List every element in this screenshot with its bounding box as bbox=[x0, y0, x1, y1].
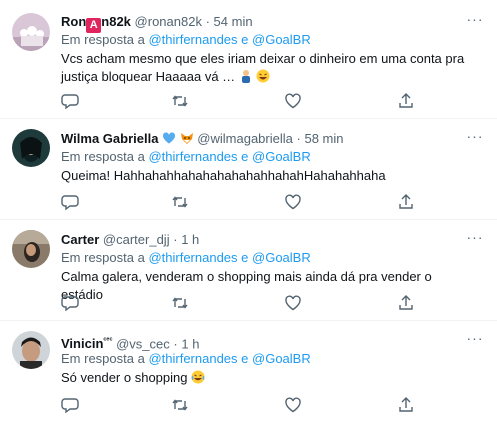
mention-link[interactable]: @thirfernandes bbox=[148, 149, 237, 164]
timestamp[interactable]: 1 h bbox=[181, 336, 199, 351]
man-icon bbox=[241, 70, 250, 83]
retweet-icon[interactable] bbox=[171, 193, 189, 211]
a-button-emoji-icon: A bbox=[86, 18, 102, 33]
share-icon[interactable] bbox=[397, 193, 415, 211]
tweet-actions bbox=[61, 396, 421, 414]
share-icon[interactable] bbox=[397, 92, 415, 110]
tweet-actions bbox=[61, 193, 421, 211]
like-icon[interactable] bbox=[284, 294, 302, 312]
tweet[interactable]: Wilma Gabriella @wilmagabriella · 58 min… bbox=[0, 119, 497, 220]
tweet[interactable]: Carter @carter_djj · 1 h ··· Em resposta… bbox=[0, 220, 497, 321]
user-handle[interactable]: @carter_djj bbox=[103, 232, 170, 247]
tweet-actions bbox=[61, 294, 421, 312]
tweet-header: Wilma Gabriella @wilmagabriella · 58 min bbox=[61, 131, 344, 147]
avatar[interactable] bbox=[12, 129, 50, 167]
reply-feed: Ron An82k @ronan82k · 54 min ··· Em respo… bbox=[0, 0, 497, 430]
separator: · bbox=[296, 131, 301, 146]
tweet-actions bbox=[61, 92, 421, 110]
display-name[interactable]: Ron An82k bbox=[61, 14, 131, 33]
share-icon[interactable] bbox=[397, 294, 415, 312]
display-name[interactable]: Wilma Gabriella bbox=[61, 131, 158, 146]
blue-heart-icon bbox=[163, 132, 176, 144]
mention-link[interactable]: @thirfernandes bbox=[148, 32, 237, 47]
mention-link[interactable]: @GoalBR bbox=[252, 149, 311, 164]
more-icon[interactable]: ··· bbox=[465, 129, 485, 147]
tweet[interactable]: Vinicinᶜᵉᶜ @vs_cec · 1 h ··· Em resposta… bbox=[0, 321, 497, 430]
reply-context: Em resposta a @thirfernandes e @GoalBR bbox=[61, 250, 311, 265]
like-icon[interactable] bbox=[284, 92, 302, 110]
reply-icon[interactable] bbox=[61, 92, 79, 110]
tears-of-joy-emoji-icon bbox=[191, 370, 205, 384]
share-icon[interactable] bbox=[397, 396, 415, 414]
tweet-text: Vcs acham mesmo que eles iriam deixar o … bbox=[61, 51, 465, 84]
retweet-icon[interactable] bbox=[171, 294, 189, 312]
display-name[interactable]: Carter bbox=[61, 232, 99, 247]
tweet-header: Carter @carter_djj · 1 h bbox=[61, 232, 199, 248]
reply-icon[interactable] bbox=[61, 396, 79, 414]
reply-context: Em resposta a @thirfernandes e @GoalBR bbox=[61, 351, 311, 366]
mention-link[interactable]: @GoalBR bbox=[252, 250, 311, 265]
timestamp[interactable]: 1 h bbox=[181, 232, 199, 247]
reply-icon[interactable] bbox=[61, 193, 79, 211]
display-name[interactable]: Vinicinᶜᵉᶜ bbox=[61, 336, 112, 351]
more-icon[interactable]: ··· bbox=[465, 12, 485, 30]
more-icon[interactable]: ··· bbox=[465, 230, 485, 248]
mention-link[interactable]: @thirfernandes bbox=[148, 250, 237, 265]
avatar[interactable] bbox=[12, 13, 50, 51]
avatar[interactable] bbox=[12, 230, 50, 268]
like-icon[interactable] bbox=[284, 396, 302, 414]
tweet-text: Queima! HahhahahhahahahahahahhahahHahaha… bbox=[61, 168, 386, 183]
timestamp[interactable]: 54 min bbox=[214, 14, 253, 29]
separator: · bbox=[205, 14, 210, 29]
separator: · bbox=[173, 336, 178, 352]
user-handle[interactable]: @wilmagabriella bbox=[197, 131, 293, 146]
mention-link[interactable]: @GoalBR bbox=[252, 32, 311, 47]
reply-icon[interactable] bbox=[61, 294, 79, 312]
mention-link[interactable]: @GoalBR bbox=[252, 351, 311, 366]
tweet-header: Vinicinᶜᵉᶜ @vs_cec · 1 h bbox=[61, 333, 199, 352]
retweet-icon[interactable] bbox=[171, 396, 189, 414]
avatar[interactable] bbox=[12, 331, 50, 369]
separator: · bbox=[173, 232, 178, 247]
mention-link[interactable]: @thirfernandes bbox=[148, 351, 237, 366]
laughing-emoji-icon bbox=[256, 69, 270, 83]
tweet-text: Só vender o shopping bbox=[61, 369, 471, 387]
fox-icon bbox=[180, 133, 193, 144]
tweet[interactable]: Ron An82k @ronan82k · 54 min ··· Em respo… bbox=[0, 0, 497, 119]
user-handle[interactable]: @ronan82k bbox=[135, 14, 202, 29]
retweet-icon[interactable] bbox=[171, 92, 189, 110]
more-icon[interactable]: ··· bbox=[465, 331, 485, 349]
user-handle[interactable]: @vs_cec bbox=[116, 336, 170, 351]
reply-context: Em resposta a @thirfernandes e @GoalBR bbox=[61, 32, 311, 47]
tweet-header: Ron An82k @ronan82k · 54 min bbox=[61, 14, 253, 33]
like-icon[interactable] bbox=[284, 193, 302, 211]
reply-context: Em resposta a @thirfernandes e @GoalBR bbox=[61, 149, 311, 164]
timestamp[interactable]: 58 min bbox=[304, 131, 343, 146]
